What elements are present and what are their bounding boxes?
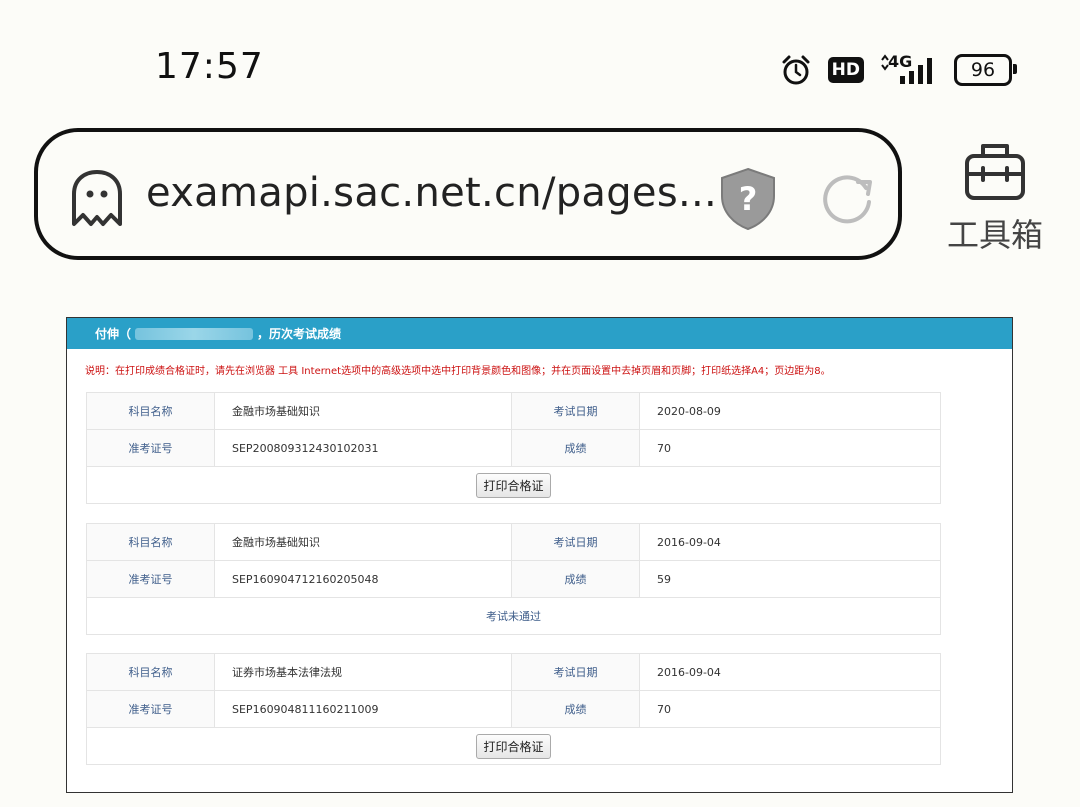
score-label: 成绩 xyxy=(511,690,640,728)
print-certificate-button[interactable]: 打印合格证 xyxy=(476,472,551,498)
toolbox-label: 工具箱 xyxy=(946,216,1043,254)
svg-text:?: ? xyxy=(739,180,758,218)
table-row: 准考证号 SEP160904712160205048 成绩 59 xyxy=(86,560,941,598)
date-value: 2016-09-04 xyxy=(639,653,941,691)
score-label: 成绩 xyxy=(511,560,640,598)
table-row: 科目名称 证券市场基本法律法规 考试日期 2016-09-04 xyxy=(86,653,941,691)
hd-icon: HD xyxy=(827,57,864,83)
score-value: 59 xyxy=(639,560,941,598)
ghost-icon[interactable] xyxy=(68,168,126,228)
subject-label: 科目名称 xyxy=(86,653,215,691)
table-row: 科目名称 金融市场基础知识 考试日期 2020-08-09 xyxy=(86,392,941,430)
redacted-id xyxy=(135,327,254,340)
print-instruction-note: 说明：在打印成绩合格证时，请先在浏览器 工具 Internet选项中的高级选项中… xyxy=(85,366,831,377)
table-row: 考试未通过 xyxy=(86,597,941,635)
signal-icon: 4G xyxy=(880,52,938,86)
exam-failed-status: 考试未通过 xyxy=(486,610,541,623)
date-value: 2020-08-09 xyxy=(639,392,941,430)
date-value: 2016-09-04 xyxy=(639,523,941,561)
score-label: 成绩 xyxy=(511,429,640,467)
subject-value: 金融市场基础知识 xyxy=(214,523,512,561)
header-name: 付伸（ xyxy=(95,327,132,341)
ticket-label: 准考证号 xyxy=(86,429,215,467)
table-row: 准考证号 SEP160904811160211009 成绩 70 xyxy=(86,690,941,728)
toolbox-button[interactable]: 工具箱 xyxy=(945,138,1045,256)
subject-value: 证券市场基本法律法规 xyxy=(214,653,512,691)
date-label: 考试日期 xyxy=(511,392,640,430)
subject-label: 科目名称 xyxy=(86,523,215,561)
table-row: 打印合格证 xyxy=(86,727,941,765)
panel-header: 付伸（ ，历次考试成绩 xyxy=(67,318,1012,349)
score-panel: 付伸（ ，历次考试成绩 说明：在打印成绩合格证时，请先在浏览器 工具 Inter… xyxy=(66,317,1013,793)
subject-value: 金融市场基础知识 xyxy=(214,392,512,430)
subject-label: 科目名称 xyxy=(86,392,215,430)
score-value: 70 xyxy=(639,690,941,728)
battery-level: 96 xyxy=(970,59,996,81)
status-time: 17:57 xyxy=(155,46,264,87)
score-value: 70 xyxy=(639,429,941,467)
ticket-value: SEP200809312430102031 xyxy=(214,429,512,467)
ticket-value: SEP160904712160205048 xyxy=(214,560,512,598)
url-text[interactable]: examapi.sac.net.cn/pages... xyxy=(146,170,717,216)
exam-record-table: 科目名称 证券市场基本法律法规 考试日期 2016-09-04 准考证号 SEP… xyxy=(86,653,941,765)
ticket-label: 准考证号 xyxy=(86,690,215,728)
ticket-value: SEP160904811160211009 xyxy=(214,690,512,728)
table-row: 准考证号 SEP200809312430102031 成绩 70 xyxy=(86,429,941,467)
table-row: 科目名称 金融市场基础知识 考试日期 2016-09-04 xyxy=(86,523,941,561)
exam-record-table: 科目名称 金融市场基础知识 考试日期 2020-08-09 准考证号 SEP20… xyxy=(86,392,941,504)
security-shield-icon[interactable]: ? xyxy=(718,166,778,232)
battery-icon: 96 xyxy=(954,54,1017,86)
print-certificate-button[interactable]: 打印合格证 xyxy=(476,733,551,759)
table-row: 打印合格证 xyxy=(86,466,941,504)
exam-record-table: 科目名称 金融市场基础知识 考试日期 2016-09-04 准考证号 SEP16… xyxy=(86,523,941,635)
ticket-label: 准考证号 xyxy=(86,560,215,598)
alarm-icon xyxy=(782,55,810,85)
date-label: 考试日期 xyxy=(511,653,640,691)
toolbox-icon xyxy=(965,144,1025,200)
header-title: ，历次考试成绩 xyxy=(257,327,342,341)
address-bar[interactable]: examapi.sac.net.cn/pages... ? xyxy=(34,128,902,260)
reload-icon[interactable] xyxy=(818,170,876,228)
date-label: 考试日期 xyxy=(511,523,640,561)
status-icons: HD 4G 96 xyxy=(780,50,1017,90)
